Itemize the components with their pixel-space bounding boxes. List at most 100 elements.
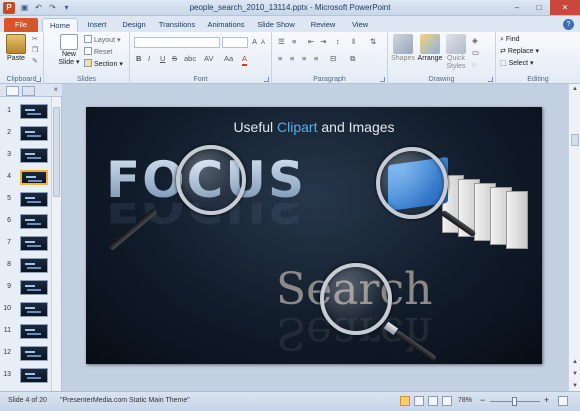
slides-tab[interactable] [6,86,19,96]
quick-styles-button[interactable]: Quick Styles [444,34,468,71]
columns-icon[interactable]: ‖ [352,37,355,47]
tab-design[interactable]: Design [116,18,152,32]
increase-indent-icon[interactable]: ⇥ [320,37,326,47]
shape-outline-icon[interactable]: ▭ [472,48,479,58]
outline-tab[interactable] [22,86,35,96]
decrease-indent-icon[interactable]: ⇤ [308,37,314,47]
tab-transitions[interactable]: Transitions [154,18,200,32]
format-painter-icon[interactable]: ✎ [32,57,38,66]
font-size-input[interactable] [222,37,248,48]
copy-icon[interactable]: ❐ [32,46,38,55]
paragraph-launcher[interactable] [380,77,385,82]
zoom-out-button[interactable]: − [480,395,485,405]
align-center-icon[interactable]: ≡ [290,54,294,64]
reading-view-icon[interactable] [428,396,438,406]
slide-thumbnail[interactable]: 6 [0,214,52,229]
slide-title[interactable]: Useful Clipart and Images [86,119,542,135]
align-left-icon[interactable]: ≡ [278,54,282,64]
slide-thumbnail[interactable]: 8 [0,258,52,273]
maximize-button[interactable]: □ [528,0,550,15]
vertical-scrollbar[interactable]: ▲ ▲ ▼ ▼ [568,84,580,391]
help-icon[interactable]: ? [563,19,574,30]
slide-thumbnail[interactable]: 3 [0,148,52,163]
normal-view-icon[interactable] [400,396,410,406]
tab-insert[interactable]: Insert [80,18,114,32]
tab-slide-show[interactable]: Slide Show [253,18,299,32]
zoom-level[interactable]: 78% [458,397,472,404]
clipboard-launcher[interactable] [36,77,41,82]
align-right-icon[interactable]: ≡ [302,54,306,64]
previous-slide-icon[interactable]: ▲ [569,357,580,367]
close-button[interactable]: ✕ [550,0,580,15]
slide-thumbnail[interactable]: 12 [0,346,52,361]
bold-button[interactable]: B [136,54,141,64]
scroll-down-icon[interactable]: ▼ [569,381,580,391]
underline-button[interactable]: U [160,54,165,64]
section-button[interactable]: Section ▾ [84,59,123,69]
tab-animations[interactable]: Animations [203,18,249,32]
italic-button[interactable]: I [148,54,150,64]
font-name-input[interactable] [134,37,220,48]
slide-sorter-view-icon[interactable] [414,396,424,406]
next-slide-icon[interactable]: ▼ [569,369,580,379]
font-launcher[interactable] [264,77,269,82]
slide-thumbnail-selected[interactable]: 4 [0,170,52,185]
shape-fill-icon[interactable]: ◈ [472,36,478,46]
line-spacing-icon[interactable]: ↕ [336,37,340,47]
shadow-button[interactable]: abc [184,54,196,64]
tab-view[interactable]: View [345,18,375,32]
drawing-launcher[interactable] [488,77,493,82]
shrink-font-button[interactable]: A [261,38,265,48]
replace-button[interactable]: ⇄ Replace ▾ [500,47,539,56]
slide-canvas[interactable]: Useful Clipart and Images FOCUS FOCUS Se… [86,107,542,364]
strikethrough-button[interactable]: S [172,54,177,64]
tab-review[interactable]: Review [305,18,341,32]
paste-button[interactable]: Paste [4,34,28,63]
reset-button[interactable]: Reset [84,47,112,57]
justify-icon[interactable]: ≡ [314,54,318,64]
char-spacing-button[interactable]: AV [204,54,213,64]
slide-thumbnail[interactable]: 7 [0,236,52,251]
arrange-button[interactable]: Arrange [416,34,444,63]
tab-file[interactable]: File [4,18,38,32]
folders-clipart[interactable] [372,147,532,257]
fit-to-window-icon[interactable] [558,396,568,406]
slide-thumbnail[interactable]: 9 [0,280,52,295]
layout-button[interactable]: Layout ▾ [84,35,121,45]
shape-effects-icon[interactable]: ◌ [472,60,476,70]
new-slide-button[interactable]: New Slide ▾ [58,34,80,67]
align-text-icon[interactable]: ⊟ [330,54,336,64]
minimize-button[interactable]: – [506,0,528,15]
slide-thumbnail[interactable]: 13 [0,368,52,383]
replace-icon: ⇄ [500,48,508,55]
grow-font-button[interactable]: A [252,37,257,47]
theme-name[interactable]: "PresenterMedia.com Static Main Theme" [60,397,190,404]
shapes-button[interactable]: Shapes [390,34,416,63]
find-button[interactable]: ⌕ Find [500,35,520,44]
change-case-button[interactable]: Aa [224,54,233,64]
numbering-icon[interactable]: ≡ [292,37,296,47]
slide-thumbnail[interactable]: 5 [0,192,52,207]
group-editing: ⌕ Find ⇄ Replace ▾ ⬚ Select ▾ Editing [496,32,580,84]
slides-pane-scroll-thumb[interactable] [53,107,60,197]
font-color-button[interactable]: A [242,54,248,66]
slide-show-view-icon[interactable] [442,396,452,406]
text-direction-icon[interactable]: ⇅ [370,37,376,47]
slides-pane-scrollbar[interactable] [51,97,61,391]
zoom-slider-knob[interactable] [512,397,517,406]
scroll-up-icon[interactable]: ▲ [569,84,580,94]
tab-home[interactable]: Home [42,18,78,32]
scroll-thumb[interactable] [571,134,579,146]
search-magnifier-icon[interactable] [320,263,392,335]
pane-close-icon[interactable]: × [53,85,58,94]
bullets-icon[interactable]: ☰ [278,37,285,47]
zoom-in-button[interactable]: + [544,395,549,405]
cut-icon[interactable]: ✂ [32,35,38,44]
slide-thumbnail[interactable]: 11 [0,324,52,339]
slide-thumbnail[interactable]: 1 [0,104,52,119]
smartart-icon[interactable]: ⧉ [350,54,355,64]
slide-thumbnail[interactable]: 2 [0,126,52,141]
magnifier-glass-icon[interactable] [176,145,246,215]
slide-thumbnail[interactable]: 10 [0,302,52,317]
select-button[interactable]: ⬚ Select ▾ [500,59,534,68]
